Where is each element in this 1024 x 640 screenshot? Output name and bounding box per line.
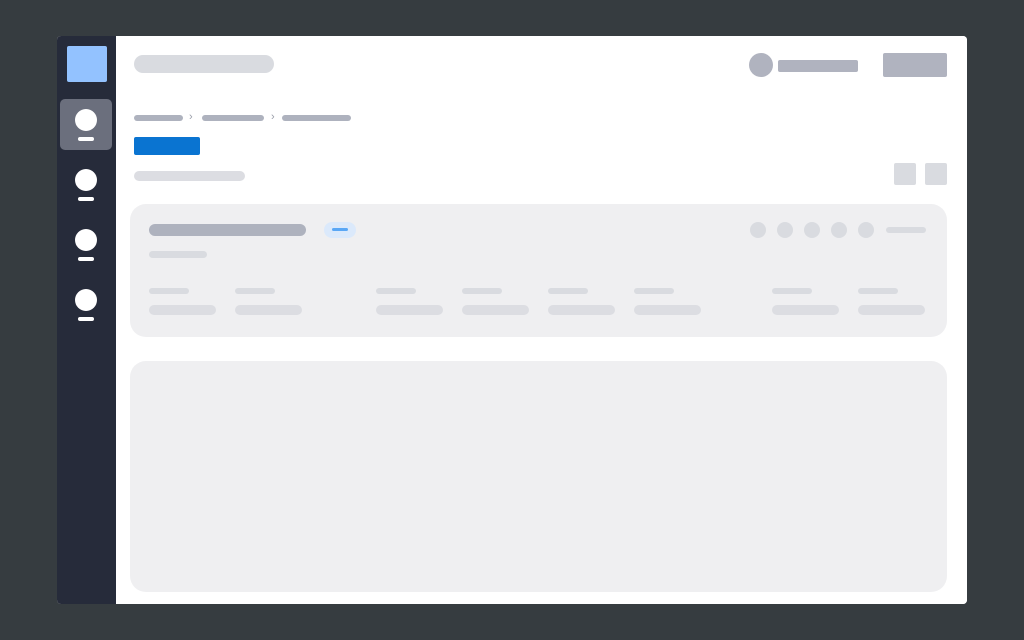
- field-label: [235, 288, 275, 294]
- sidebar-item-label: [78, 317, 94, 321]
- avatar-circle[interactable]: [749, 53, 773, 77]
- app-window: › ›: [57, 36, 967, 604]
- list-view-icon[interactable]: [925, 163, 947, 185]
- card-subtitle: [149, 251, 207, 258]
- status-label: [886, 227, 926, 233]
- app-logo[interactable]: [67, 46, 107, 82]
- nav-circle-icon: [75, 289, 97, 311]
- status-dot-icon[interactable]: [777, 222, 793, 238]
- breadcrumb-item-2[interactable]: [202, 115, 264, 121]
- status-dot-icon[interactable]: [858, 222, 874, 238]
- status-tag: [324, 222, 356, 238]
- field-label: [462, 288, 502, 294]
- field-value: [462, 305, 529, 315]
- status-dot-icon[interactable]: [831, 222, 847, 238]
- field-label: [376, 288, 416, 294]
- field-value: [376, 305, 443, 315]
- field-value: [634, 305, 701, 315]
- sidebar-item-1[interactable]: [60, 99, 112, 150]
- status-dot-icon[interactable]: [750, 222, 766, 238]
- field-value: [235, 305, 302, 315]
- nav-circle-icon: [75, 169, 97, 191]
- field-value: [858, 305, 925, 315]
- nav-circle-icon: [75, 109, 97, 131]
- sidebar: [57, 36, 116, 604]
- summary-card: [130, 204, 947, 337]
- field-value: [149, 305, 216, 315]
- sidebar-item-3[interactable]: [60, 219, 112, 270]
- field-label: [634, 288, 674, 294]
- sidebar-item-4[interactable]: [60, 279, 112, 330]
- header-action-button[interactable]: [883, 53, 947, 77]
- field-label: [858, 288, 898, 294]
- field-value: [548, 305, 615, 315]
- sidebar-item-2[interactable]: [60, 159, 112, 210]
- field-value: [772, 305, 839, 315]
- breadcrumb-separator-icon: ›: [189, 111, 193, 123]
- user-name: [778, 60, 858, 72]
- page-subtitle: [134, 171, 245, 181]
- main-content: › ›: [116, 36, 967, 604]
- breadcrumb-item-3[interactable]: [282, 115, 351, 121]
- nav-circle-icon: [75, 229, 97, 251]
- sidebar-item-label: [78, 197, 94, 201]
- field-label: [772, 288, 812, 294]
- field-label: [548, 288, 588, 294]
- status-dot-icon[interactable]: [804, 222, 820, 238]
- breadcrumb-item-1[interactable]: [134, 115, 183, 121]
- tag-line: [332, 228, 348, 231]
- grid-view-icon[interactable]: [894, 163, 916, 185]
- sidebar-item-label: [78, 257, 94, 261]
- field-label: [149, 288, 189, 294]
- breadcrumb-separator-icon: ›: [271, 111, 275, 123]
- search-bar[interactable]: [134, 55, 274, 73]
- card-title: [149, 224, 306, 236]
- primary-action-button[interactable]: [134, 137, 200, 155]
- sidebar-item-label: [78, 137, 94, 141]
- content-panel: [130, 361, 947, 592]
